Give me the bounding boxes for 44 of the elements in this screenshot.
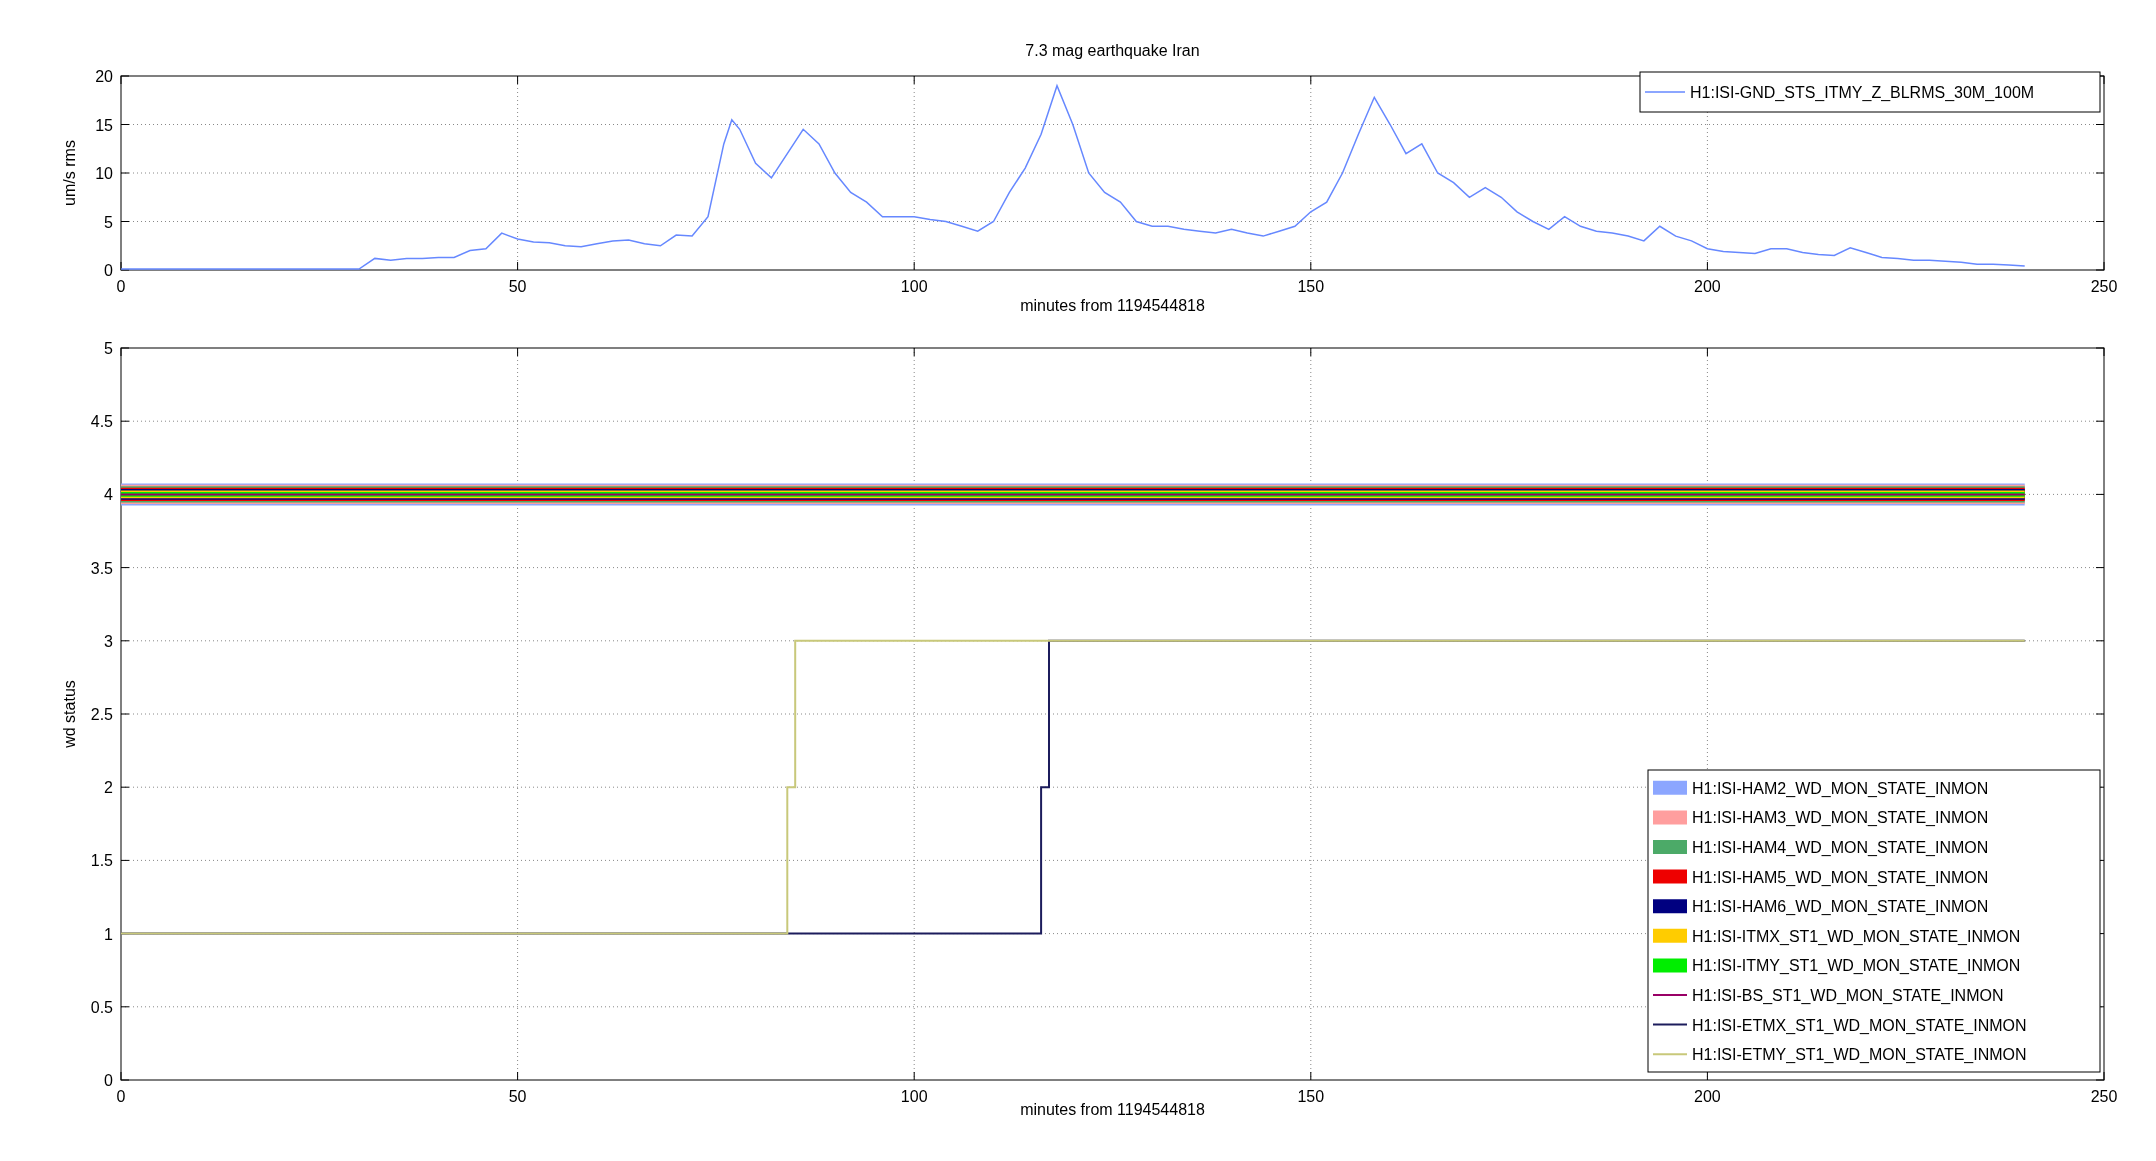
axis-label: wd status — [61, 680, 78, 748]
chart-title: 7.3 mag earthquake Iran — [1025, 42, 1200, 59]
tick-label: 50 — [508, 1088, 527, 1105]
tick-label: 1 — [104, 925, 113, 943]
tick-label: 1.5 — [90, 852, 113, 870]
axis-label: minutes from 1194544818 — [1020, 297, 1205, 314]
tick-label: 15 — [95, 116, 113, 134]
tick-label: 3 — [104, 632, 113, 650]
legend-label: H1:ISI-ITMY_ST1_WD_MON_STATE_INMON — [1692, 957, 2021, 975]
tick-label: 5 — [104, 340, 113, 357]
tick-label: 0 — [116, 278, 126, 295]
tick-label: 3.5 — [90, 559, 113, 577]
tick-label: 0.5 — [90, 998, 113, 1016]
legend-label: H1:ISI-HAM2_WD_MON_STATE_INMON — [1692, 779, 1989, 797]
legend-label: H1:ISI-ETMX_ST1_WD_MON_STATE_INMON — [1692, 1016, 2027, 1034]
tick-label: 50 — [508, 278, 527, 295]
legend-label: H1:ISI-HAM6_WD_MON_STATE_INMON — [1692, 898, 1989, 916]
tick-label: 150 — [1297, 1088, 1325, 1105]
legend-label: H1:ISI-BS_ST1_WD_MON_STATE_INMON — [1692, 987, 2004, 1004]
legend-label: H1:ISI-HAM4_WD_MON_STATE_INMON — [1692, 839, 1989, 856]
tick-label: 0 — [116, 1088, 126, 1105]
axis-label: um/s rms — [61, 140, 78, 206]
legend-label: H1:ISI-ETMY_ST1_WD_MON_STATE_INMON — [1692, 1046, 2027, 1064]
tick-label: 250 — [2090, 1088, 2118, 1105]
tick-label: 200 — [1694, 1088, 1721, 1105]
legend-label: H1:ISI-ITMX_ST1_WD_MON_STATE_INMON — [1692, 927, 2021, 945]
tick-label: 10 — [95, 165, 113, 182]
tick-label: 100 — [900, 278, 928, 295]
legend-label: H1:ISI-HAM5_WD_MON_STATE_INMON — [1692, 868, 1989, 886]
tick-label: 150 — [1297, 278, 1325, 295]
axis-label: minutes from 1194544818 — [1020, 1101, 1205, 1118]
tick-label: 20 — [95, 68, 113, 85]
tick-label: 200 — [1694, 278, 1721, 295]
tick-label: 5 — [104, 213, 113, 231]
tick-label: 100 — [900, 1088, 928, 1105]
tick-label: 4.5 — [90, 413, 113, 431]
legend-label: H1:ISI-HAM3_WD_MON_STATE_INMON — [1692, 809, 1989, 827]
tick-label: 250 — [2090, 278, 2118, 295]
tick-label: 0 — [104, 1072, 113, 1089]
tick-label: 2.5 — [90, 706, 113, 723]
tick-label: 2 — [104, 779, 113, 797]
tick-label: 0 — [104, 262, 113, 279]
tick-label: 4 — [104, 486, 113, 504]
legend-label: H1:ISI-GND_STS_ITMY_Z_BLRMS_30M_100M — [1690, 84, 2035, 101]
